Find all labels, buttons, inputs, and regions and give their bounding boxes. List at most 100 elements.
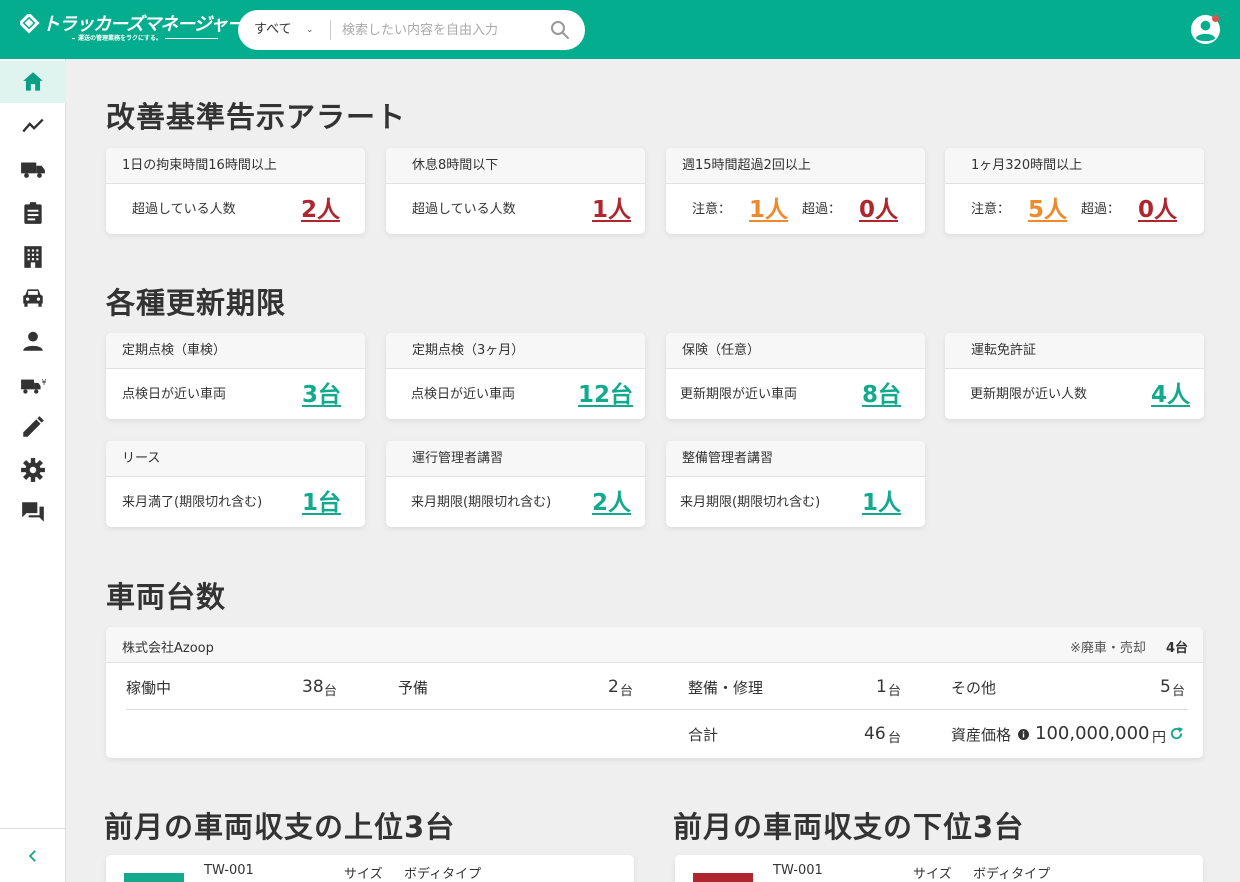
card-head: 1日の拘束時間16時間以上 bbox=[106, 148, 365, 184]
disposed-label: ※廃車・売却 bbox=[1070, 641, 1146, 656]
card-label: 超過している人数 bbox=[412, 202, 516, 217]
over-label: 超過： bbox=[802, 202, 842, 217]
card-label: 更新期限が近い車両 bbox=[680, 387, 798, 402]
asset-label: 資産価格 bbox=[951, 726, 1012, 744]
sidebar-item-analytics[interactable] bbox=[0, 104, 66, 146]
rank-badge bbox=[693, 873, 753, 882]
top-ranking-title: 前月の車両収支の上位3台 bbox=[104, 810, 456, 844]
sidebar-item-vehicles[interactable] bbox=[0, 148, 66, 190]
home-icon bbox=[23, 72, 43, 91]
over-value-link[interactable]: 0人 bbox=[859, 192, 898, 228]
card-label: 点検日が近い車両 bbox=[411, 387, 516, 402]
warn-value-link[interactable]: 5人 bbox=[1028, 192, 1067, 228]
stat-number: 2 bbox=[608, 677, 619, 697]
alert-card: 休息8時間以下 超過している人数 1人 bbox=[386, 148, 645, 234]
notification-dot bbox=[1212, 15, 1219, 22]
renewal-card: 保険（任意） 更新期限が近い車両 8台 bbox=[666, 333, 925, 419]
card-label: 超過している人数 bbox=[132, 202, 236, 217]
sidebar-collapse-button[interactable] bbox=[0, 828, 66, 882]
search-scope-select[interactable]: すべて bbox=[254, 10, 292, 50]
sidebar-item-messages[interactable] bbox=[0, 491, 66, 533]
alert-card: 1日の拘束時間16時間以上 超過している人数 2人 bbox=[106, 148, 365, 234]
sidebar-item-home[interactable] bbox=[0, 61, 66, 103]
vehicle-id[interactable]: TW-001 bbox=[204, 863, 254, 878]
asset-unit: 円 bbox=[1152, 730, 1166, 746]
info-icon[interactable] bbox=[1018, 729, 1029, 740]
stat-unit: 台 bbox=[324, 684, 338, 699]
card-label: 更新期限が近い人数 bbox=[970, 387, 1088, 402]
size-label: サイズ bbox=[913, 867, 952, 882]
vehicle-id[interactable]: TW-001 bbox=[773, 863, 823, 878]
card-value-link[interactable]: 1台 bbox=[302, 485, 341, 521]
sidebar: ¥ bbox=[0, 59, 66, 882]
sidebar-item-edit[interactable] bbox=[0, 406, 66, 448]
card-head: 定期点検（3ヶ月） bbox=[386, 333, 645, 369]
card-value-link[interactable]: 4人 bbox=[1151, 377, 1190, 413]
renewal-card: 整備管理者講習 来月期限(期限切れ含む) 1人 bbox=[666, 441, 925, 527]
app-logo[interactable]: トラッカーズマネージャー 運送の管理業務をラクにする。 bbox=[20, 13, 245, 45]
stat-number: 5 bbox=[1160, 677, 1171, 697]
card-value-link[interactable]: 1人 bbox=[592, 192, 631, 228]
top-ranking-card: TW-001 サイズ ボディタイプ bbox=[106, 855, 634, 882]
warn-value-link[interactable]: 1人 bbox=[749, 192, 788, 228]
stat-unit: 台 bbox=[1172, 684, 1186, 699]
card-head: 休息8時間以下 bbox=[386, 148, 645, 184]
truck-cost-icon: ¥ bbox=[21, 378, 46, 394]
stat-number: 1 bbox=[876, 677, 887, 697]
search-input[interactable] bbox=[342, 18, 542, 42]
card-value-link[interactable]: 2人 bbox=[592, 485, 631, 521]
trend-icon bbox=[22, 118, 44, 133]
renewal-card: 定期点検（車検） 点検日が近い車両 3台 bbox=[106, 333, 365, 419]
logo-mark-icon bbox=[20, 14, 40, 34]
total-label: 合計 bbox=[688, 726, 719, 744]
sidebar-item-drivers[interactable] bbox=[0, 320, 66, 362]
card-head: リース bbox=[106, 441, 365, 477]
sidebar-item-settings[interactable] bbox=[0, 449, 66, 491]
sidebar-item-offices[interactable] bbox=[0, 236, 66, 278]
app-header: トラッカーズマネージャー 運送の管理業務をラクにする。 すべて ⌄ bbox=[0, 0, 1240, 59]
stat-label: 予備 bbox=[398, 679, 429, 697]
logo-tagline: 運送の管理業務をラクにする。 bbox=[75, 35, 166, 43]
search-divider bbox=[330, 20, 331, 40]
card-label: 点検日が近い車両 bbox=[122, 387, 227, 402]
card-value-link[interactable]: 2人 bbox=[301, 192, 340, 228]
card-value-link[interactable]: 12台 bbox=[578, 377, 633, 413]
divider bbox=[126, 709, 1188, 710]
stat-unit: 台 bbox=[888, 684, 902, 699]
bottom-ranking-title: 前月の車両収支の下位3台 bbox=[673, 810, 1025, 844]
warn-label: 注意： bbox=[971, 202, 1011, 217]
stat-label: その他 bbox=[951, 679, 997, 697]
asset-value: 100,000,000 bbox=[1035, 723, 1150, 744]
card-head: 整備管理者講習 bbox=[666, 441, 925, 477]
over-label: 超過： bbox=[1081, 202, 1121, 217]
gear-icon bbox=[21, 458, 45, 482]
chevron-down-icon[interactable]: ⌄ bbox=[306, 10, 314, 50]
bottom-ranking-card: TW-001 サイズ ボディタイプ bbox=[675, 855, 1203, 882]
size-label: サイズ bbox=[344, 867, 383, 882]
renewal-card: リース 来月満了(期限切れ含む) 1台 bbox=[106, 441, 365, 527]
card-label: 来月期限(期限切れ含む) bbox=[411, 495, 552, 510]
sidebar-item-cars[interactable] bbox=[0, 276, 66, 318]
vehicles-title: 車両台数 bbox=[106, 580, 227, 614]
sidebar-item-reports[interactable] bbox=[0, 192, 66, 234]
building-icon bbox=[24, 246, 42, 268]
card-value-link[interactable]: 8台 bbox=[862, 377, 901, 413]
card-head: 定期点検（車検） bbox=[106, 333, 365, 369]
card-head: 1ヶ月320時間以上 bbox=[945, 148, 1204, 184]
sidebar-item-vehicle-costs[interactable]: ¥ bbox=[0, 364, 66, 406]
card-head: 運転免許証 bbox=[945, 333, 1204, 369]
person-icon bbox=[23, 331, 43, 351]
svg-text:¥: ¥ bbox=[42, 378, 46, 387]
over-value-link[interactable]: 0人 bbox=[1138, 192, 1177, 228]
chevron-left-icon bbox=[28, 849, 36, 862]
card-value-link[interactable]: 1人 bbox=[862, 485, 901, 521]
total-unit: 台 bbox=[888, 731, 902, 746]
rank-badge bbox=[124, 873, 184, 882]
stat-unit: 台 bbox=[620, 684, 634, 699]
refresh-icon[interactable] bbox=[1169, 726, 1184, 741]
search-icon[interactable] bbox=[550, 20, 570, 40]
chat-icon bbox=[22, 502, 44, 522]
card-value-link[interactable]: 3台 bbox=[302, 377, 341, 413]
card-head: 保険（任意） bbox=[666, 333, 925, 369]
vehicle-card-head: 株式会社Azoop ※廃車・売却 4台 bbox=[106, 627, 1203, 663]
